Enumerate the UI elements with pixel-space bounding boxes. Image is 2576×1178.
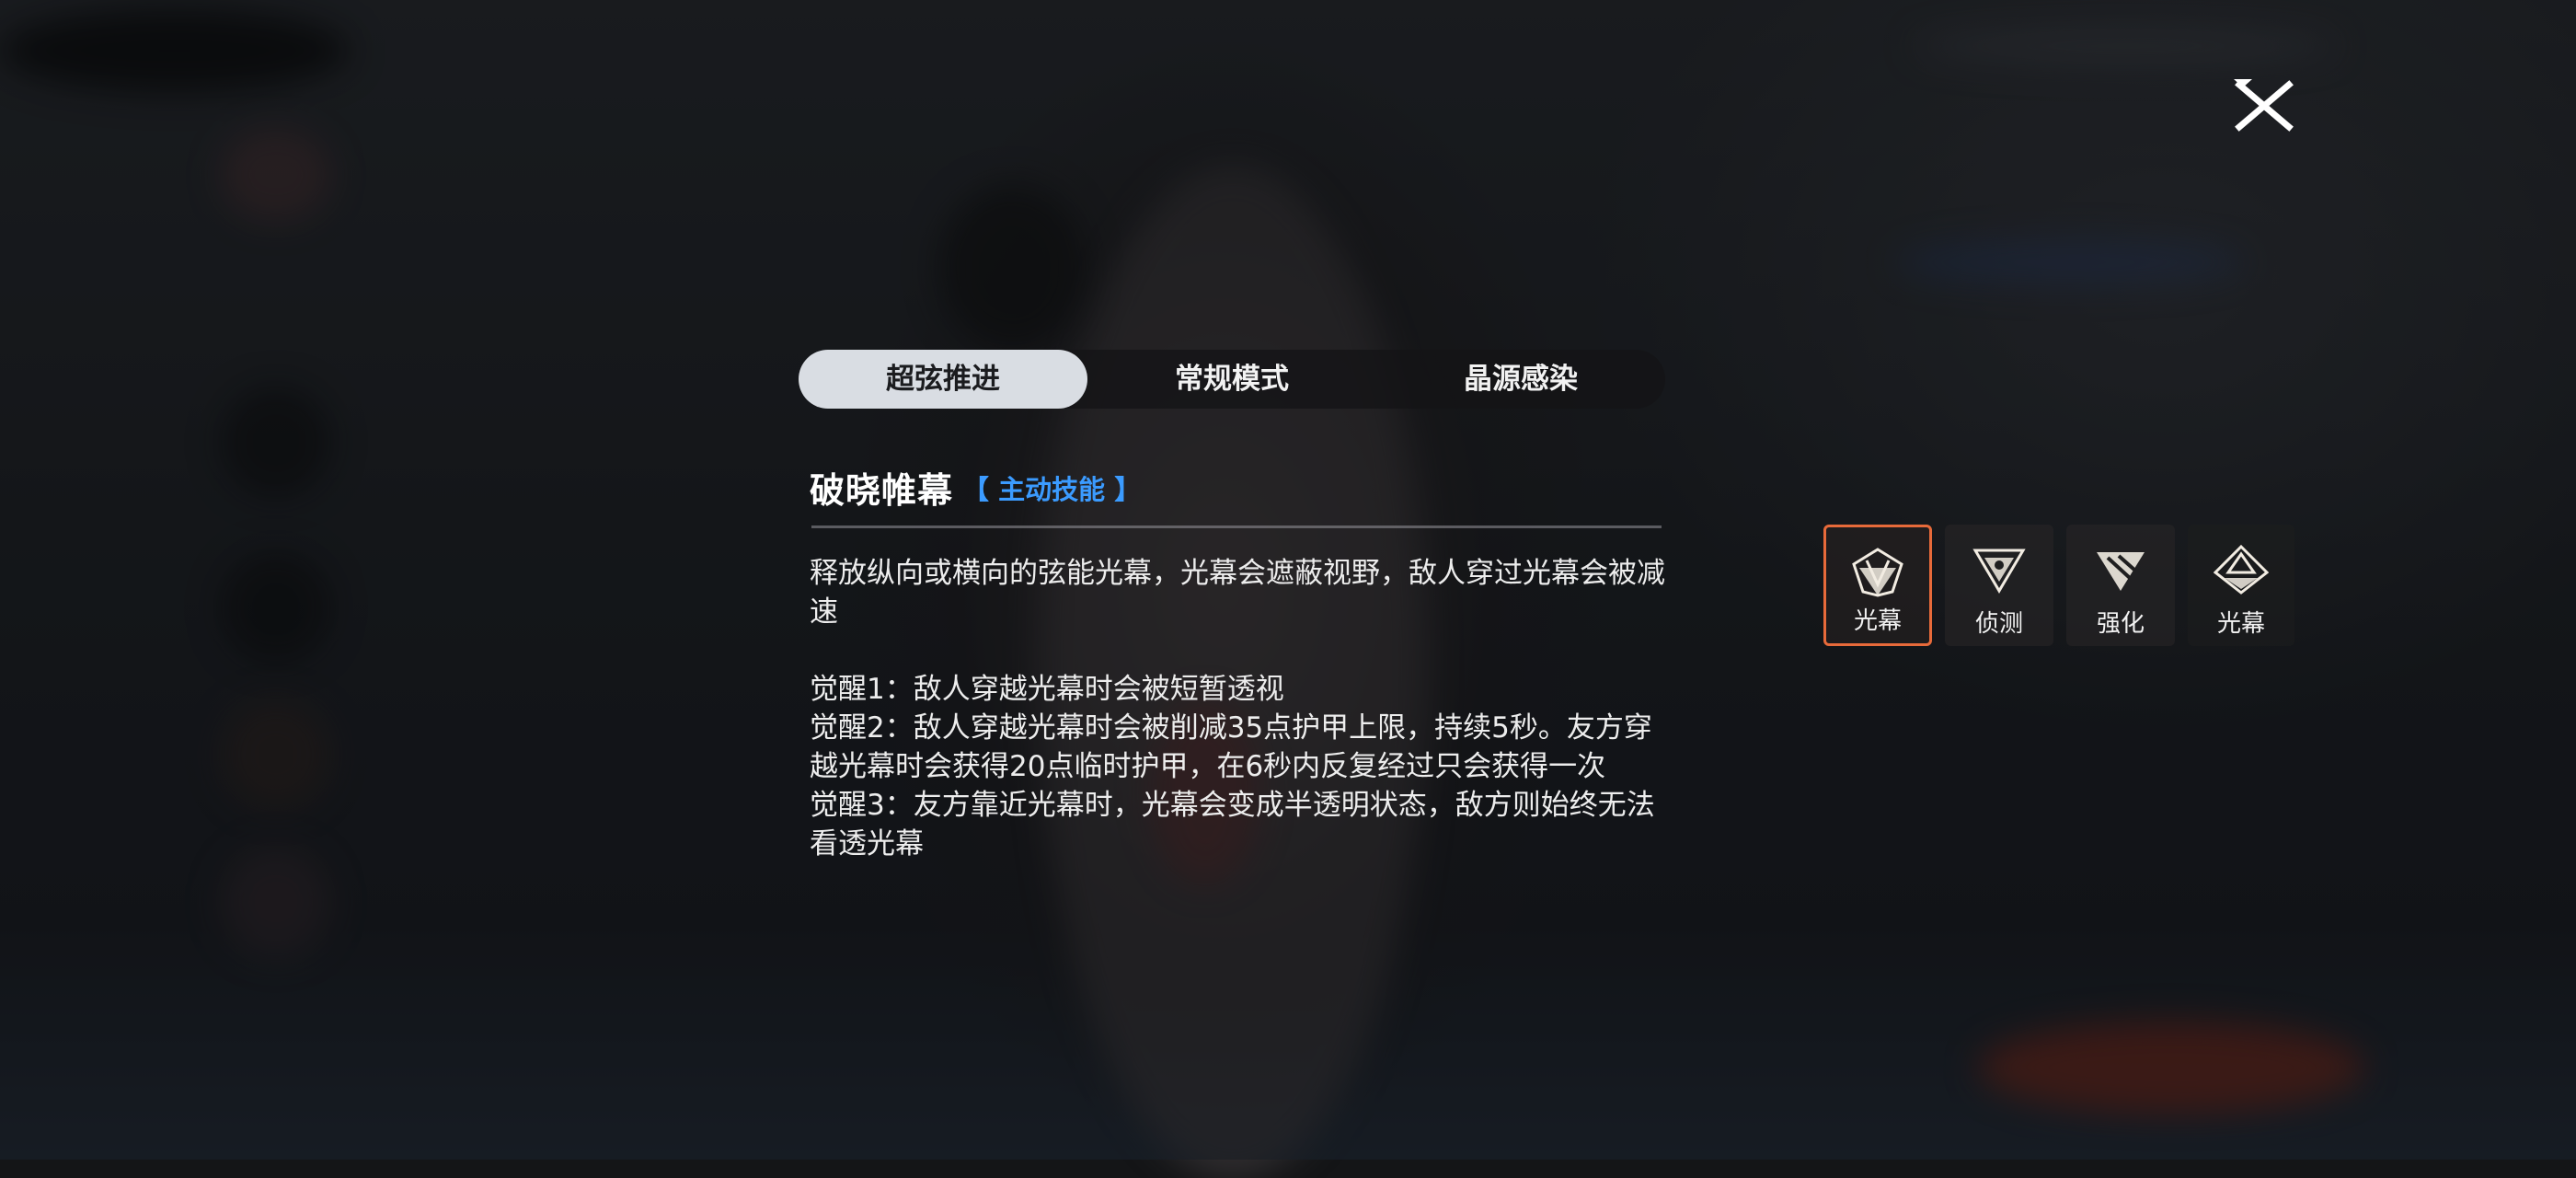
close-button[interactable] bbox=[2234, 79, 2294, 133]
skill-card-label: 侦测 bbox=[1945, 605, 2053, 639]
tab-hyperstring-push[interactable]: 超弦推进 bbox=[799, 350, 1087, 409]
skill-card-label: 光幕 bbox=[1826, 602, 1929, 636]
skill-card-detect[interactable]: 侦测 bbox=[1945, 525, 2053, 646]
mode-tabs: 超弦推进 常规模式 晶源感染 bbox=[799, 350, 1665, 409]
skill-name: 破晓帷幕 bbox=[810, 462, 953, 513]
skill-description-text: 释放纵向或横向的弦能光幕，光幕会遮蔽视野，敌人穿过光幕会被减速 bbox=[810, 554, 1671, 631]
tab-normal-mode[interactable]: 常规模式 bbox=[1087, 350, 1376, 409]
skill-card-label: 强化 bbox=[2066, 605, 2175, 639]
skill-card-label: 光幕 bbox=[2188, 605, 2294, 639]
detect-icon bbox=[1972, 545, 2027, 595]
close-icon bbox=[2234, 79, 2294, 133]
title-divider bbox=[811, 525, 1662, 528]
awaken-1-text: 觉醒1：敌人穿越光幕时会被短暂透视 bbox=[810, 670, 1671, 709]
curtain-ultimate-icon bbox=[2214, 545, 2269, 595]
skill-description: 释放纵向或横向的弦能光幕，光幕会遮蔽视野，敌人穿过光幕会被减速 觉醒1：敌人穿越… bbox=[810, 554, 1671, 863]
skill-type-label: 【 主动技能 】 bbox=[962, 468, 1141, 507]
awaken-3-text: 觉醒3：友方靠近光幕时，光幕会变成半透明状态，敌方则始终无法看透光幕 bbox=[810, 786, 1671, 863]
skill-title: 破晓帷幕 【 主动技能 】 bbox=[810, 462, 1141, 513]
awaken-2-text: 觉醒2：敌人穿越光幕时会被削减35点护甲上限，持续5秒。友方穿越光幕时会获得20… bbox=[810, 709, 1671, 786]
skill-card-curtain[interactable]: 光幕 bbox=[1823, 525, 1932, 646]
enhance-icon bbox=[2093, 545, 2148, 595]
tab-crystal-infection[interactable]: 晶源感染 bbox=[1376, 350, 1665, 409]
skill-card-curtain-ultimate[interactable]: 光幕 bbox=[2188, 525, 2294, 646]
skill-card-enhance[interactable]: 强化 bbox=[2066, 525, 2175, 646]
curtain-icon bbox=[1850, 548, 1905, 597]
skill-icon-list: 光幕 侦测 强化 光幕 bbox=[1823, 525, 2294, 646]
